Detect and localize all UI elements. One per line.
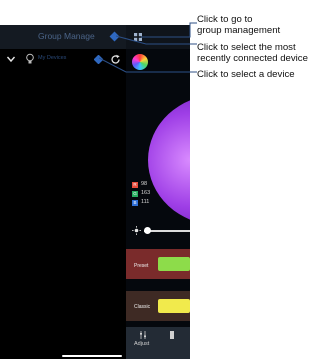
callout-line-select-device [98, 57, 197, 73]
callout-group-management-line2: group management [197, 24, 281, 36]
callout-line-group-management [141, 22, 197, 38]
callout-recent-device-line2: recently connected device [197, 52, 308, 64]
callout-group-management-line1: Click to go to [197, 14, 253, 25]
callout-select-device: Click to select a device [197, 69, 295, 80]
callout-recent-device: Click to select the most recently connec… [197, 42, 308, 64]
callout-group-management: Click to go to group management [197, 14, 281, 36]
callout-recent-device-line1: Click to select the most [197, 42, 296, 53]
